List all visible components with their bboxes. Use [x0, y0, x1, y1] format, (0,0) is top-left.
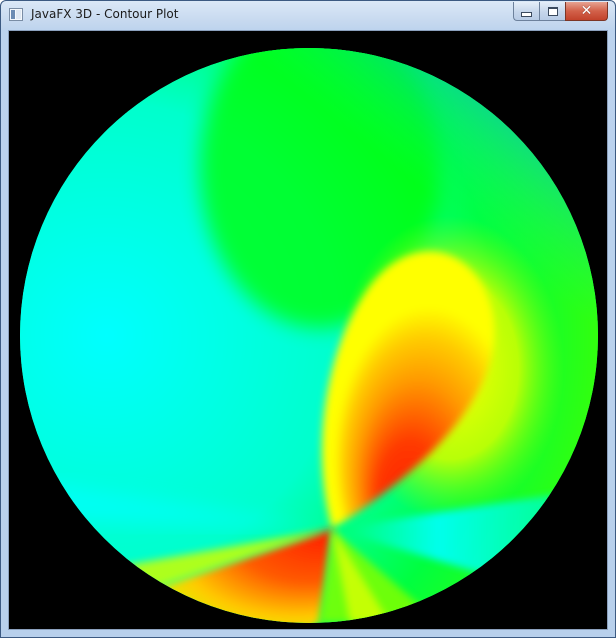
- app-window: JavaFX 3D - Contour Plot ✕: [0, 0, 616, 638]
- close-button[interactable]: ✕: [565, 2, 608, 21]
- maximize-button[interactable]: [539, 2, 565, 21]
- maximize-icon: [547, 6, 558, 16]
- close-icon: ✕: [580, 3, 593, 19]
- contour-plot-disk[interactable]: [20, 48, 598, 623]
- minimize-icon: [521, 11, 532, 17]
- minimize-button[interactable]: [513, 2, 539, 21]
- scene-viewport[interactable]: [8, 30, 608, 630]
- contour-plot-surface: [20, 48, 598, 623]
- title-bar[interactable]: JavaFX 3D - Contour Plot ✕: [1, 1, 615, 29]
- window-title: JavaFX 3D - Contour Plot: [31, 7, 179, 21]
- java-window-icon[interactable]: [9, 8, 23, 21]
- caption-buttons: ✕: [513, 2, 608, 21]
